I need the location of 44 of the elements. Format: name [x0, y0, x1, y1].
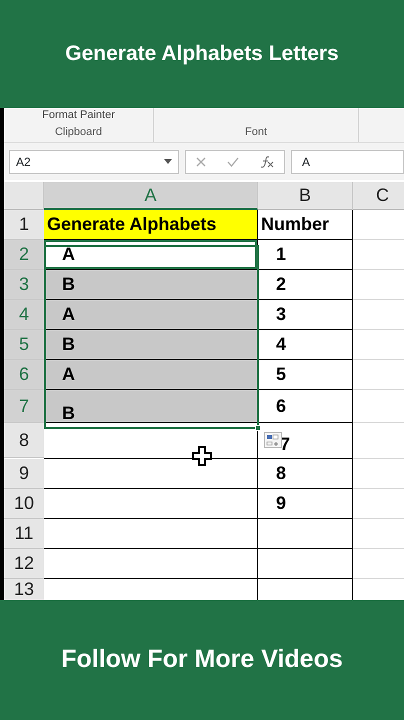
- table-cell: 5: [258, 360, 353, 390]
- table-cell: Generate Alphabets: [44, 210, 258, 240]
- row-header[interactable]: 5: [4, 330, 44, 360]
- row-header[interactable]: 4: [4, 300, 44, 330]
- row-header[interactable]: 12: [4, 549, 44, 579]
- autofill-options-icon[interactable]: [264, 432, 282, 448]
- table-cell: 9: [258, 489, 353, 519]
- insert-function-icon[interactable]: [260, 156, 274, 168]
- row-header[interactable]: 11: [4, 519, 44, 549]
- ribbon-group-label: Clipboard: [54, 126, 102, 140]
- table-cell: 8: [258, 459, 353, 489]
- row-header[interactable]: 7: [4, 390, 44, 423]
- ribbon-command[interactable]: Format Painter: [42, 109, 115, 122]
- table-cell: B: [44, 390, 258, 423]
- table-cell: 6: [258, 390, 353, 423]
- dropdown-caret-icon[interactable]: [164, 159, 172, 164]
- table-cell: B: [44, 330, 258, 360]
- row-header[interactable]: 2: [4, 240, 44, 270]
- column-header[interactable]: C: [353, 182, 404, 210]
- ribbon-group-label: Font: [244, 126, 267, 140]
- banner-title: Follow For More Videos: [61, 644, 343, 676]
- column-header[interactable]: A: [44, 182, 258, 210]
- cursor-icon: [192, 446, 212, 466]
- row-header[interactable]: 10: [4, 489, 44, 519]
- fill-handle[interactable]: [255, 425, 261, 431]
- table-cell: B: [44, 270, 258, 300]
- table-cell: Number: [258, 210, 353, 240]
- row-header[interactable]: 8: [4, 423, 44, 458]
- row-header[interactable]: 9: [4, 459, 44, 489]
- row-header[interactable]: 3: [4, 270, 44, 300]
- table-cell: 3: [258, 300, 353, 330]
- table-cell: A: [44, 360, 258, 390]
- table-cell: 2: [258, 270, 353, 300]
- table-cell: 1: [258, 240, 353, 270]
- formula-field[interactable]: A: [291, 150, 404, 174]
- table-cell: A: [44, 240, 258, 270]
- row-header[interactable]: 1: [4, 210, 44, 240]
- banner-title: Generate Alphabets Letters: [65, 41, 339, 68]
- name-box[interactable]: A2: [9, 150, 179, 174]
- row-header[interactable]: 6: [4, 360, 44, 390]
- table-cell: A: [44, 300, 258, 330]
- table-cell: 4: [258, 330, 353, 360]
- column-header[interactable]: B: [258, 182, 353, 210]
- row-header[interactable]: 13: [4, 579, 44, 600]
